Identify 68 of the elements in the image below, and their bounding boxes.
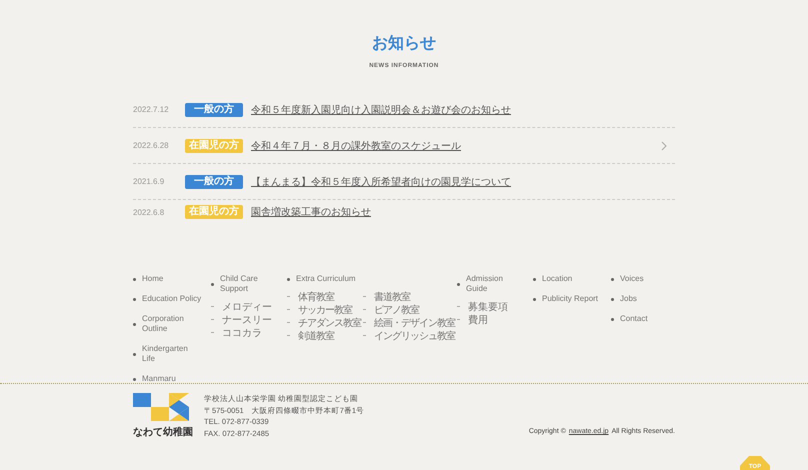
bullet-icon xyxy=(611,298,614,300)
footer-sublink[interactable]: 体育教室 xyxy=(298,290,334,304)
logo-text: なわて幼稚園 xyxy=(133,426,194,439)
chevron-right-icon xyxy=(661,140,667,150)
dash-icon xyxy=(457,306,460,307)
footer-sublink[interactable]: ピアノ教室 xyxy=(374,302,419,316)
footer-sublink[interactable]: 費用 xyxy=(468,312,488,326)
category-tag: 在園児の方 xyxy=(185,138,243,152)
bullet-icon xyxy=(133,322,136,326)
footer-link[interactable]: Corporation Outline xyxy=(142,314,202,334)
section-title: お知らせ xyxy=(371,34,437,54)
footer-link[interactable]: Home xyxy=(142,274,202,284)
footer-link[interactable]: Manmaru xyxy=(142,374,202,384)
footer-sublink[interactable]: メロディー xyxy=(222,300,272,314)
footer-link[interactable]: Location xyxy=(542,274,572,284)
news-link[interactable]: 園舎増改築工事のお知らせ xyxy=(251,205,371,219)
footer-link[interactable]: Contact xyxy=(620,314,671,324)
dash-icon xyxy=(363,335,366,336)
dash-icon xyxy=(211,319,214,320)
dash-icon xyxy=(363,296,366,297)
news-date: 2021.6.9 xyxy=(133,177,166,186)
footer-sublink[interactable]: チアダンス教室 xyxy=(298,316,361,330)
news-date: 2022.6.8 xyxy=(133,208,166,216)
bullet-icon xyxy=(133,378,136,380)
dash-icon xyxy=(211,306,214,307)
dash-icon xyxy=(363,322,366,323)
footer-sublink[interactable]: 書道教室 xyxy=(374,290,410,304)
footer-link[interactable]: Education Policy xyxy=(142,294,202,304)
footer-link[interactable]: Jobs xyxy=(620,294,671,304)
bullet-icon xyxy=(533,278,536,280)
footer-sublink[interactable]: 募集要項 xyxy=(468,300,508,314)
bullet-icon xyxy=(457,282,460,286)
bullet-icon xyxy=(611,278,614,280)
news-date: 2022.7.12 xyxy=(133,105,170,114)
footer-link[interactable]: Kindergarten Life xyxy=(142,344,202,364)
news-link[interactable]: 【まんまる】令和５年度入所希望者向けの園見学について xyxy=(251,174,511,188)
footer-link[interactable]: Voices xyxy=(620,274,671,284)
footer-link[interactable]: Admission Guide xyxy=(466,274,526,294)
news-date: 2022.6.28 xyxy=(133,141,170,150)
footer-link[interactable]: Publicity Report xyxy=(542,294,598,304)
footer-sublink[interactable]: サッカー教室 xyxy=(298,302,352,316)
dash-icon xyxy=(287,335,290,336)
footer-sublink[interactable]: 剣道教室 xyxy=(298,328,334,342)
news-link[interactable]: 令和５年度新入園児向け入園説明会＆お遊び会のお知らせ xyxy=(251,102,511,116)
bullet-icon xyxy=(533,298,536,300)
bullet-icon xyxy=(133,298,136,300)
dash-icon xyxy=(363,309,366,310)
dash-icon xyxy=(457,319,460,320)
category-tag: 一般の方 xyxy=(185,102,243,116)
category-tag: 一般の方 xyxy=(185,174,243,188)
footer-sublink[interactable]: 絵画・デザイン教室 xyxy=(374,316,455,330)
footer-sublink[interactable]: イングリッシュ教室 xyxy=(374,328,455,342)
bullet-icon xyxy=(287,278,290,280)
dash-icon xyxy=(287,322,290,323)
footer-link[interactable]: Extra Curriculum xyxy=(296,274,356,284)
category-tag: 在園児の方 xyxy=(185,205,243,219)
bullet-icon xyxy=(133,352,136,356)
footer-link[interactable]: Child Care Support xyxy=(220,274,280,294)
dash-icon xyxy=(287,296,290,297)
bullet-icon xyxy=(133,278,136,280)
footer-sublink[interactable]: ナースリー xyxy=(222,312,272,326)
logo-icon xyxy=(133,393,189,421)
dash-icon xyxy=(287,309,290,310)
footer-sublink[interactable]: ココカラ xyxy=(222,326,262,340)
bullet-icon xyxy=(611,318,614,320)
bullet-icon xyxy=(211,282,214,286)
news-link[interactable]: 令和４年７月・８月の課外教室のスケジュール xyxy=(251,138,461,152)
dash-icon xyxy=(211,332,214,333)
